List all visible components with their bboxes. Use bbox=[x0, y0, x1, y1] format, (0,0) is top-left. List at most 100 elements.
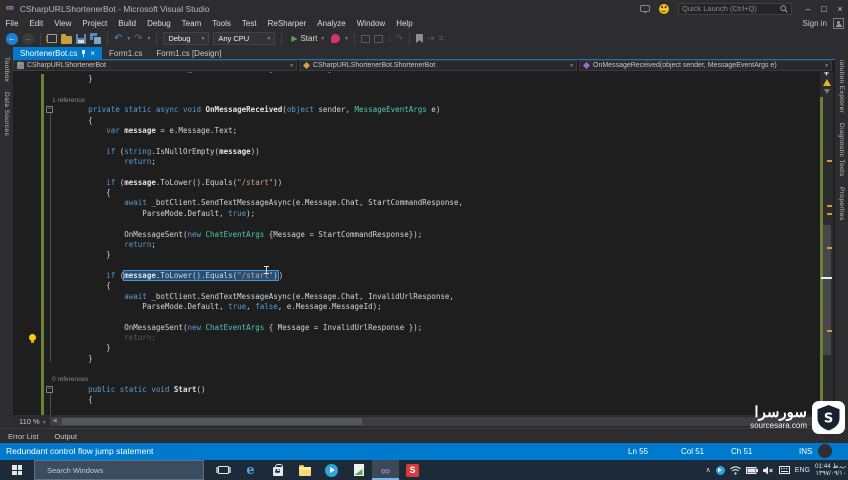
menu-tools[interactable]: Tools bbox=[207, 19, 237, 28]
menu-window[interactable]: Window bbox=[351, 19, 390, 28]
tool-tab-diagnostic-tools[interactable]: Diagnostic Tools bbox=[838, 123, 845, 177]
code-line[interactable]: } bbox=[13, 74, 818, 84]
panel-tab-output[interactable]: Output bbox=[46, 432, 85, 441]
menu-help[interactable]: Help bbox=[391, 19, 418, 28]
solution-configuration-dropdown[interactable]: Debug ▾ bbox=[163, 32, 210, 45]
start-button[interactable] bbox=[0, 460, 34, 480]
code-line[interactable]: return; bbox=[13, 240, 818, 250]
code-line[interactable]: await _botClient.SendTextMessageAsync(e.… bbox=[13, 198, 818, 208]
pin-icon[interactable] bbox=[81, 49, 86, 58]
visual-studio-taskbar-button[interactable]: ∞ bbox=[372, 460, 399, 480]
code-line[interactable]: await _botClient.SendTextMessageAsync(e.… bbox=[13, 292, 818, 302]
horizontal-scrollbar-thumb[interactable] bbox=[61, 418, 362, 425]
code-line[interactable]: { bbox=[13, 116, 818, 126]
open-file-icon[interactable] bbox=[61, 33, 72, 44]
code-line[interactable]: ParseMode.Default, true); bbox=[13, 209, 818, 219]
vertical-scrollbar-thumb[interactable] bbox=[822, 225, 831, 355]
code-editor[interactable]: CSharpURLShortenerBot▾ CSharpURLShortene… bbox=[13, 60, 835, 428]
store-button[interactable] bbox=[264, 460, 291, 480]
tool-tab-properties[interactable]: Properties bbox=[838, 187, 845, 221]
language-indicator[interactable]: ENG bbox=[795, 467, 810, 474]
redo-icon[interactable]: ↷ bbox=[134, 33, 142, 44]
save-all-icon[interactable] bbox=[90, 33, 102, 45]
code-line[interactable]: if (message.ToLower().Equals("/start")) bbox=[13, 269, 818, 281]
hot-reload-dropdown-icon[interactable]: ▾ bbox=[345, 36, 348, 42]
save-icon[interactable] bbox=[76, 33, 86, 44]
menu-team[interactable]: Team bbox=[176, 19, 207, 28]
hot-reload-icon[interactable] bbox=[331, 34, 341, 43]
tray-clock[interactable]: 01:44 ب.ظ ۱۳۹۷/۰۹/۱۰ bbox=[815, 463, 846, 478]
code-line[interactable]: { bbox=[13, 188, 818, 198]
code-line[interactable]: OnMessageSent(new ChatEventArgs { Messag… bbox=[13, 323, 818, 333]
menu-build[interactable]: Build bbox=[113, 19, 142, 28]
menu-edit[interactable]: Edit bbox=[24, 19, 49, 28]
quick-actions-lightbulb-icon[interactable] bbox=[29, 334, 36, 343]
taskbar-search-input[interactable]: Search Windows bbox=[34, 460, 204, 480]
scroll-left-icon[interactable]: ◀ bbox=[50, 417, 60, 426]
code-line[interactable] bbox=[13, 85, 818, 95]
tab-shortenerbot-cs[interactable]: ShortenerBot.cs × bbox=[13, 47, 103, 60]
code-line[interactable] bbox=[13, 364, 818, 374]
horizontal-scrollbar[interactable]: ◀ ▶ bbox=[49, 417, 819, 426]
code-line[interactable]: if (string.IsNullOrEmpty(message)) bbox=[13, 147, 818, 157]
tab-form1-cs-design[interactable]: Form1.cs [Design] bbox=[149, 47, 228, 60]
step-into-icon[interactable]: ↓ bbox=[387, 34, 392, 43]
show-next-statement-icon[interactable] bbox=[360, 34, 370, 43]
telegram-button[interactable] bbox=[318, 460, 345, 480]
menu-test[interactable]: Test bbox=[236, 19, 262, 28]
code-line[interactable]: return; bbox=[13, 157, 818, 167]
menu-file[interactable]: File bbox=[0, 19, 24, 28]
menu-debug[interactable]: Debug bbox=[142, 19, 177, 28]
tab-form1-cs[interactable]: Form1.cs bbox=[102, 47, 149, 60]
code-line[interactable] bbox=[13, 312, 818, 322]
menu-analyze[interactable]: Analyze bbox=[312, 19, 351, 28]
menu-view[interactable]: View bbox=[49, 19, 77, 28]
solution-platform-dropdown[interactable]: Any CPU ▾ bbox=[213, 32, 276, 45]
tool-tab-data-sources[interactable]: Data Sources bbox=[3, 92, 10, 136]
code-line[interactable]: var message = e.Message.Text; bbox=[13, 126, 818, 136]
breakpoints-window-icon[interactable] bbox=[373, 34, 383, 43]
task-view-button[interactable] bbox=[210, 460, 237, 480]
menu-resharper[interactable]: ReSharper bbox=[262, 19, 312, 28]
tray-chevron-icon[interactable]: ∧ bbox=[706, 466, 711, 474]
edge-button[interactable]: e bbox=[237, 460, 264, 480]
user-avatar-icon[interactable] bbox=[833, 18, 844, 29]
navigate-forward-icon[interactable]: → bbox=[22, 32, 34, 45]
feedback-smiley-icon[interactable] bbox=[659, 3, 669, 14]
sourcesara-app-button[interactable]: S bbox=[399, 460, 426, 480]
tray-telegram-icon[interactable] bbox=[715, 465, 725, 475]
close-tab-icon[interactable]: × bbox=[90, 49, 95, 58]
code-line[interactable]: } bbox=[13, 343, 818, 353]
code-line[interactable]: return; bbox=[13, 333, 818, 343]
file-explorer-button[interactable] bbox=[291, 460, 318, 480]
code-line[interactable]: OnMessageSent(new ChatEventArgs {Message… bbox=[13, 230, 818, 240]
bookmark-icon[interactable] bbox=[415, 34, 423, 43]
code-line[interactable]: public static void Start() bbox=[13, 385, 818, 395]
code-line[interactable]: private static async void OnMessageRecei… bbox=[13, 105, 818, 115]
tool-tab-solution-explorer[interactable]: Solution Explorer bbox=[838, 57, 845, 113]
comment-icon[interactable]: ≡ bbox=[439, 34, 444, 43]
codelens-references[interactable]: 0 references bbox=[13, 374, 818, 384]
code-line[interactable] bbox=[13, 167, 818, 177]
speaker-muted-icon[interactable] bbox=[762, 466, 774, 475]
code-line[interactable] bbox=[13, 261, 818, 271]
restore-button[interactable]: □ bbox=[816, 1, 832, 16]
code-line[interactable]: { bbox=[13, 395, 818, 405]
code-line[interactable]: ParseMode.Default, true, false, e.Messag… bbox=[13, 302, 818, 312]
touch-keyboard-icon[interactable] bbox=[778, 466, 790, 474]
indent-icon[interactable]: ⇥ bbox=[427, 34, 435, 43]
code-line[interactable]: { bbox=[13, 281, 818, 291]
sign-in-link[interactable]: Sign in bbox=[803, 19, 827, 28]
code-line[interactable]: } bbox=[13, 250, 818, 260]
panel-tab-error-list[interactable]: Error List bbox=[0, 432, 46, 441]
new-window-icon[interactable] bbox=[46, 34, 57, 43]
battery-icon[interactable] bbox=[745, 466, 758, 474]
wifi-icon[interactable] bbox=[729, 465, 741, 475]
breadcrumb-type-dropdown[interactable]: CSharpURLShortenerBot.ShortenerBot ▾ bbox=[299, 60, 577, 71]
collapse-region-icon[interactable]: − bbox=[46, 386, 53, 393]
code-line[interactable] bbox=[13, 219, 818, 229]
minimize-button[interactable]: – bbox=[800, 1, 816, 16]
zoom-level-dropdown[interactable]: 110 % ▾ bbox=[13, 417, 50, 426]
quick-launch-input[interactable]: Quick Launch (Ctrl+Q) bbox=[678, 2, 792, 15]
menu-project[interactable]: Project bbox=[77, 19, 113, 28]
